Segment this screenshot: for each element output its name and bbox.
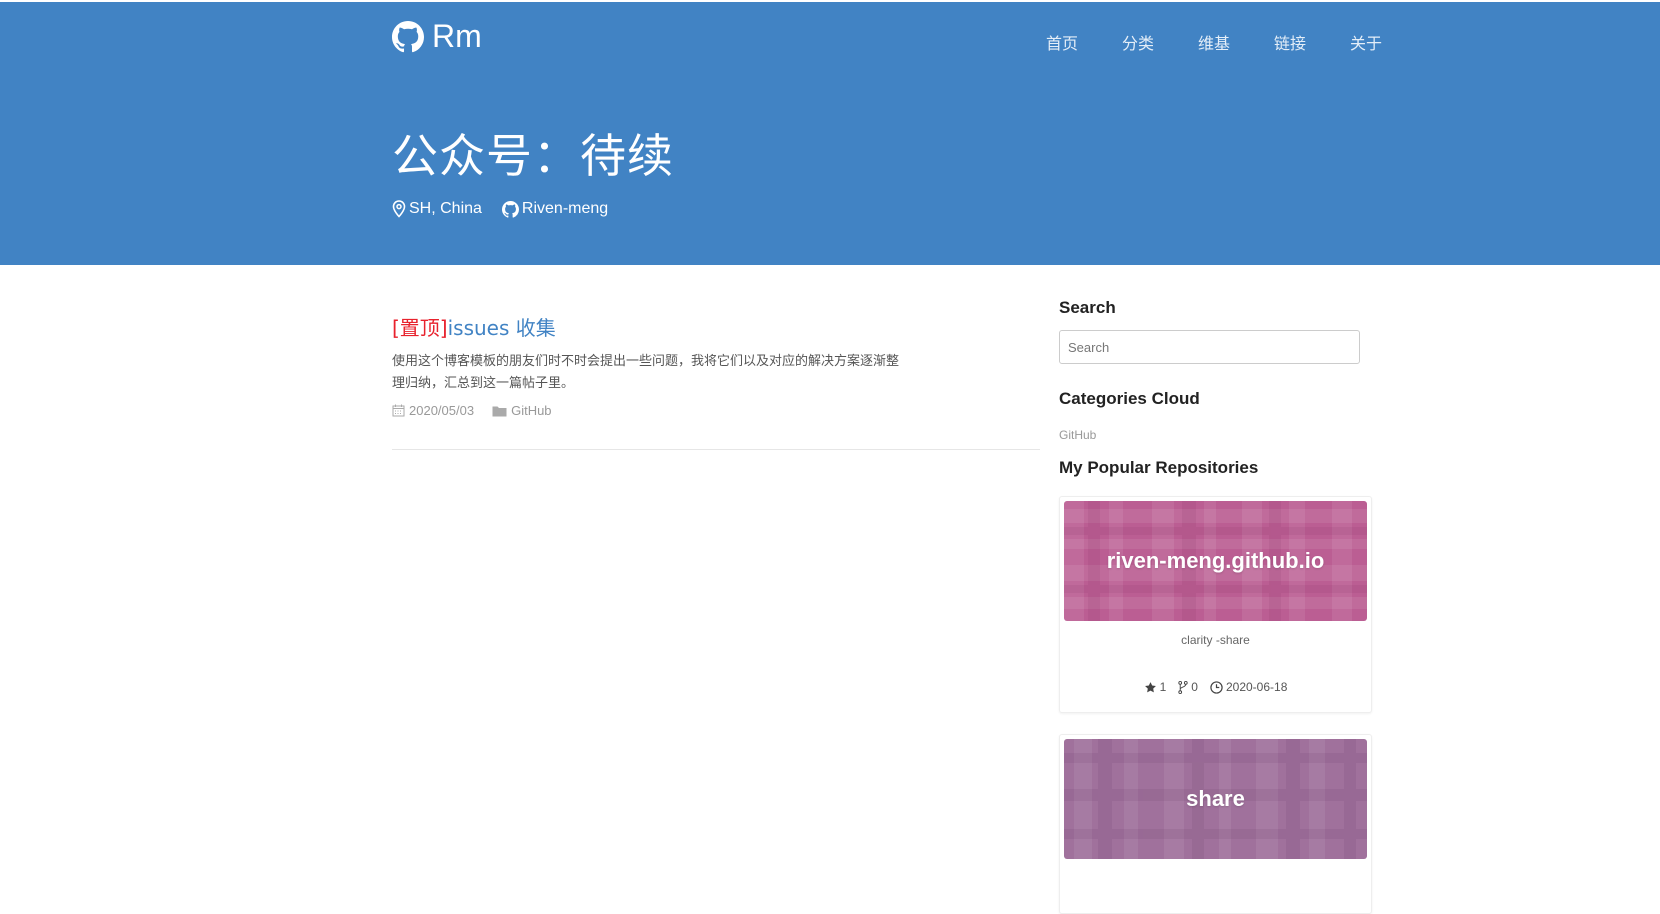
post-date-text: 2020/05/03: [409, 403, 475, 418]
post-category: GitHub: [492, 403, 552, 418]
sidebar: Search Categories Cloud GitHub My Popula…: [1059, 298, 1373, 478]
star-icon: [1144, 681, 1156, 692]
repo-banner: share: [1064, 739, 1367, 859]
folder-icon: [492, 406, 507, 416]
repo-stars-count: 1: [1159, 680, 1167, 694]
repo-banner: riven-meng.github.io: [1064, 501, 1367, 621]
repo-updated: 2020-06-18: [1210, 680, 1287, 694]
repo-forks-count: 0: [1191, 680, 1198, 694]
repo-description: clarity -share: [1181, 633, 1250, 647]
profile-meta: SH, China Riven-meng: [392, 200, 628, 218]
nav-item-about[interactable]: 关于: [1328, 30, 1404, 54]
post-divider: [392, 449, 1040, 450]
page-title: 公众号：待续: [392, 129, 674, 183]
github-username: Riven-meng: [521, 200, 609, 217]
post-meta: 2020/05/03 GitHub: [392, 403, 1040, 418]
main-nav: 首页 分类 维基 链接 关于: [1024, 30, 1404, 54]
post-excerpt: 使用这个博客模板的朋友们时不时会提出一些问题，我将它们以及对应的解决方案逐渐整 …: [392, 351, 944, 395]
map-pin-icon: [392, 200, 406, 218]
nav-item-wiki[interactable]: 维基: [1176, 30, 1252, 54]
repo-card[interactable]: share: [1059, 734, 1372, 914]
header-banner: Rm 首页 分类 维基 链接 关于 公众号：待续 SH, China Riven…: [0, 2, 1660, 265]
search-input[interactable]: [1059, 330, 1360, 364]
site-brand-link[interactable]: Rm: [392, 18, 482, 55]
repo-stats: 1 0 2020-06-18: [1060, 680, 1371, 694]
post-title-link[interactable]: [置顶]issues 收集: [392, 312, 556, 341]
repo-name: share: [1186, 786, 1245, 811]
repo-stars: 1: [1144, 680, 1167, 694]
repo-updated-date: 2020-06-18: [1225, 680, 1288, 694]
post-category-link[interactable]: GitHub: [511, 403, 551, 418]
repo-forks: 0: [1178, 680, 1198, 694]
pinned-tag: [置顶]: [392, 316, 448, 340]
location: SH, China: [392, 200, 482, 218]
calendar-icon: [392, 404, 405, 417]
repo-name: riven-meng.github.io: [1106, 548, 1325, 573]
nav-item-links[interactable]: 链接: [1252, 30, 1328, 54]
post-excerpt-line: 理归纳，汇总到这一篇帖子里。: [392, 376, 575, 391]
repo-card[interactable]: riven-meng.github.io clarity -share 1 0 …: [1059, 496, 1372, 713]
nav-item-home[interactable]: 首页: [1024, 30, 1100, 54]
category-tag-github[interactable]: GitHub: [1059, 428, 1096, 442]
post-excerpt-line: 使用这个博客模板的朋友们时不时会提出一些问题，我将它们以及对应的解决方案逐渐整: [392, 354, 900, 369]
fork-icon: [1178, 680, 1188, 694]
categories-heading: Categories Cloud: [1059, 389, 1200, 408]
github-profile-link[interactable]: Riven-meng: [501, 200, 609, 218]
github-icon: [392, 20, 424, 52]
nav-item-categories[interactable]: 分类: [1100, 30, 1176, 54]
site-name: Rm: [432, 18, 482, 54]
post-list-item: [置顶]issues 收集 使用这个博客模板的朋友们时不时会提出一些问题，我将它…: [392, 312, 1040, 418]
location-text: SH, China: [409, 200, 482, 217]
post-date: 2020/05/03: [392, 403, 474, 418]
search-heading: Search: [1059, 298, 1116, 317]
clock-icon: [1210, 680, 1223, 694]
repositories-heading: My Popular Repositories: [1059, 458, 1259, 477]
github-icon: [501, 200, 519, 218]
post-title: issues 收集: [447, 316, 556, 340]
